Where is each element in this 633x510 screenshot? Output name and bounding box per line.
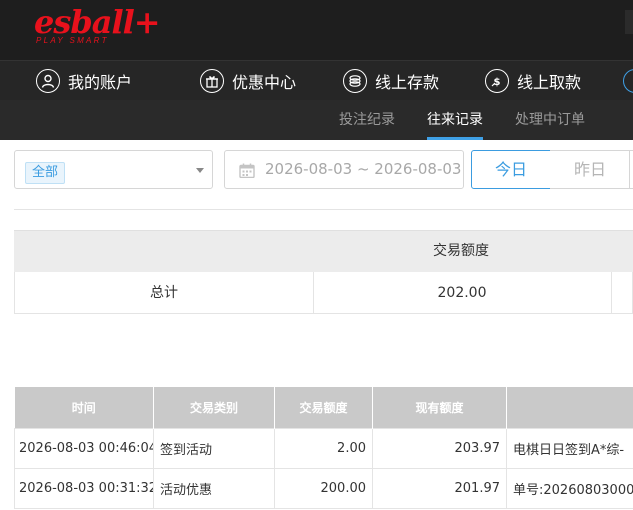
esball-logo[interactable]: esball+ PLAY SMART [34,3,161,45]
cell-time: 2026-08-03 00:46:04 [14,428,154,469]
logo-wordmark: esball+ [34,3,161,41]
nav-item-promotions[interactable]: 优惠中心 [200,61,296,101]
withdraw-icon: $ [485,69,509,93]
table-row: 2026-08-03 00:31:32 活动优惠 200.00 201.97 单… [14,468,633,509]
yesterday-button[interactable]: 昨日 [550,150,633,189]
nav-item-my-account[interactable]: 我的账户 [36,61,132,101]
category-select[interactable]: 全部 [14,150,213,189]
summary-total-row: 总计 202.00 [14,272,633,314]
cell-type: 签到活动 [153,428,275,469]
summary-total-label: 总计 [15,272,314,313]
nav-item-label: 线上取款 [517,73,582,92]
nav-item-label: 优惠中心 [232,73,297,92]
chevron-down-icon [196,168,204,173]
tab-pending-orders[interactable]: 处理中订单 [515,100,585,140]
user-icon [36,69,60,93]
yesterday-label: 昨日 [574,160,607,179]
transaction-table: 时间 交易类别 交易额度 现有额度 2026-08-03 00:46:04 签到… [14,387,633,509]
svg-text:$: $ [494,77,501,88]
cell-balance: 201.97 [372,468,507,509]
table-header-row: 时间 交易类别 交易额度 现有额度 [14,387,633,429]
cell-balance: 203.97 [372,428,507,469]
date-range-picker[interactable]: 2026-08-03 ~ 2026-08-03 [224,150,464,189]
cell-time: 2026-08-03 00:31:32 [14,468,154,509]
deposit-icon [343,69,367,93]
gift-icon [200,69,224,93]
column-header-type: 交易类别 [153,387,275,429]
summary-total-value: 202.00 [313,272,612,313]
nav-item-withdraw[interactable]: $ 线上取款 [485,61,581,101]
selected-category-chip[interactable]: 全部 [25,162,66,184]
tab-transaction-records[interactable]: 往来记录 [427,100,483,140]
summary-header-amount: 交易额度 [433,243,489,259]
cell-type: 活动优惠 [153,468,275,509]
cell-remark: 电棋日日签到A*综- [506,428,633,469]
calendar-icon [239,163,255,182]
tab-bet-records[interactable]: 投注纪录 [339,100,395,140]
today-button[interactable]: 今日 [471,150,551,189]
cell-amount: 2.00 [274,428,373,469]
cell-remark: 单号:20260803000 [506,468,633,509]
nav-item-label: 我的账户 [68,73,133,92]
summary-table: 交易额度 总计 202.00 [14,230,633,314]
column-header-time: 时间 [14,387,154,429]
more-nav-icon[interactable] [623,69,633,93]
filter-divider [14,209,633,210]
cell-amount: 200.00 [274,468,373,509]
sub-nav: 投注纪录 往来记录 处理中订单 [0,100,633,140]
main-nav: 我的账户 优惠中心 线上存款 $ 线上取款 [0,60,633,101]
column-header-remark [506,387,633,429]
nav-item-label: 线上存款 [375,73,440,92]
header-right-edge [625,10,633,34]
column-header-amount: 交易额度 [274,387,373,429]
summary-header-row: 交易额度 [14,230,633,272]
nav-item-deposit[interactable]: 线上存款 [343,61,439,101]
table-row: 2026-08-03 00:46:04 签到活动 2.00 203.97 电棋日… [14,428,633,469]
date-range-value: 2026-08-03 ~ 2026-08-03 [265,160,462,178]
column-header-balance: 现有额度 [372,387,507,429]
top-header: esball+ PLAY SMART [0,0,633,60]
